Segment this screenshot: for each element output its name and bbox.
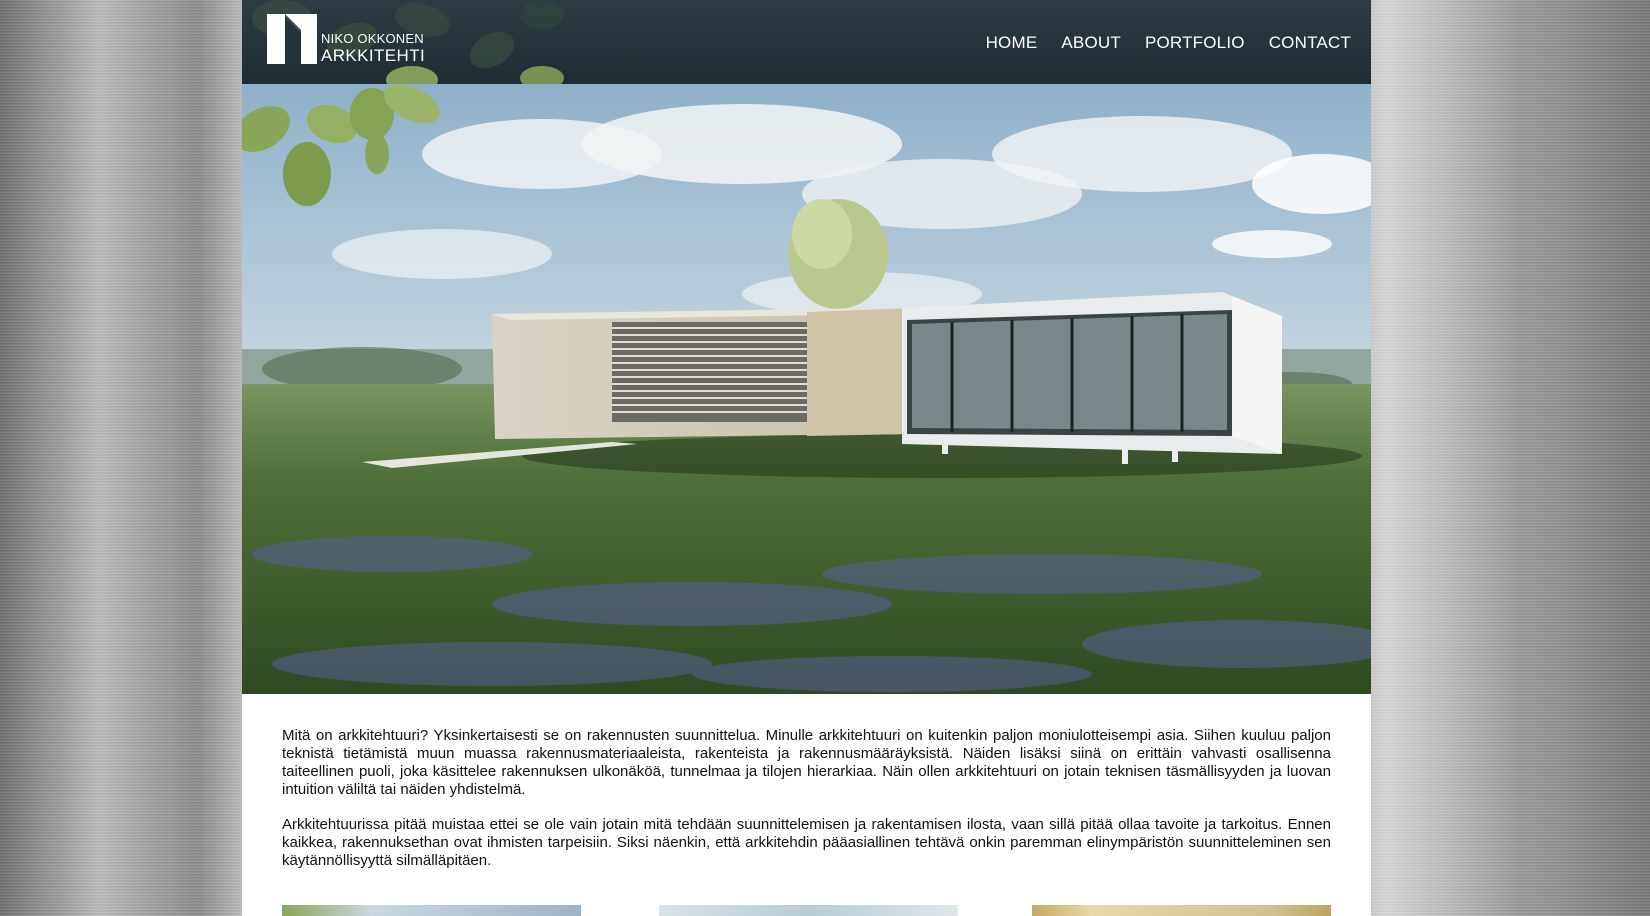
brand-title: ARKKITEHTI (321, 46, 426, 65)
nav-about[interactable]: ABOUT (1061, 33, 1121, 53)
nav-home[interactable]: HOME (986, 33, 1038, 53)
site-header: NIKO OKKONEN ARKKITEHTI HOME ABOUT PORTF… (242, 0, 1371, 84)
brand-name: NIKO OKKONEN (321, 31, 424, 46)
intro-paragraph-1: Mitä on arkkitehtuuri? Yksinkertaisesti … (282, 727, 1331, 798)
hero-image (242, 84, 1371, 694)
logo-text: NIKO OKKONEN ARKKITEHTI (321, 32, 425, 64)
thumbnail-1[interactable] (282, 905, 581, 916)
thumbnail-3[interactable] (1032, 905, 1331, 916)
house-illustration (242, 84, 1371, 694)
intro-paragraph-2: Arkkitehtuurissa pitää muistaa ettei se … (282, 816, 1331, 869)
page-container: NIKO OKKONEN ARKKITEHTI HOME ABOUT PORTF… (242, 0, 1371, 916)
nav-contact[interactable]: CONTACT (1269, 33, 1351, 53)
site-logo[interactable]: NIKO OKKONEN ARKKITEHTI (267, 14, 425, 64)
nav-portfolio[interactable]: PORTFOLIO (1145, 33, 1245, 53)
portfolio-thumbnails (282, 905, 1331, 916)
logo-mark-icon (267, 14, 317, 64)
intro-text: Mitä on arkkitehtuuri? Yksinkertaisesti … (282, 727, 1331, 870)
thumbnail-2[interactable] (659, 905, 958, 916)
main-nav: HOME ABOUT PORTFOLIO CONTACT (986, 33, 1351, 53)
